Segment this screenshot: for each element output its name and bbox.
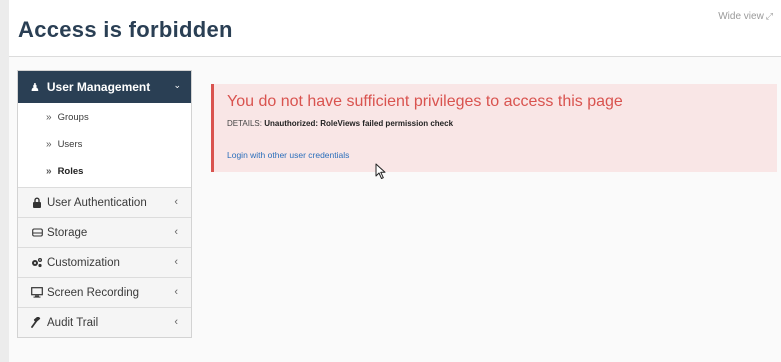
submenu-item-label: Users bbox=[57, 139, 83, 150]
cogs-icon bbox=[30, 257, 44, 268]
sidebar-item-label: Audit Trail bbox=[47, 316, 99, 329]
sidebar-item-label: Customization bbox=[47, 256, 120, 269]
monitor-icon bbox=[30, 287, 44, 298]
submenu-item-label: Roles bbox=[57, 166, 84, 177]
sidebar-item-label: User Management bbox=[46, 80, 151, 94]
chevron-left-icon: ‹ bbox=[174, 226, 178, 238]
wide-view-toggle[interactable]: Wide view ⤢ bbox=[718, 11, 773, 22]
sidebar-item-customization[interactable]: Customization ‹ bbox=[18, 247, 191, 277]
details-label: DETAILS: bbox=[227, 119, 262, 128]
sidebar-item-label: User Authentication bbox=[47, 196, 147, 209]
chevron-down-icon: ⌄ bbox=[173, 80, 181, 90]
submenu-item-roles[interactable]: » Roles bbox=[18, 158, 191, 185]
alert-details: DETAILS: Unauthorized: RoleViews failed … bbox=[227, 119, 453, 128]
login-other-credentials-link[interactable]: Login with other user credentials bbox=[227, 150, 349, 160]
page-header: Access is forbidden Wide view ⤢ bbox=[9, 0, 781, 57]
chevron-left-icon: ‹ bbox=[174, 256, 178, 268]
submenu-item-groups[interactable]: » Groups bbox=[18, 104, 191, 131]
submenu-item-users[interactable]: » Users bbox=[18, 131, 191, 158]
chevron-left-icon: ‹ bbox=[174, 196, 178, 208]
sidebar-item-audit-trail[interactable]: Audit Trail ‹ bbox=[18, 307, 191, 337]
sidebar-item-storage[interactable]: Storage ‹ bbox=[18, 217, 191, 247]
sidebar-item-user-authentication[interactable]: User Authentication ‹ bbox=[18, 187, 191, 217]
sidebar-item-user-management[interactable]: ♟ User Management ⌄ bbox=[18, 71, 191, 103]
sidebar-menu: ♟ User Management ⌄ » Groups » Users » R… bbox=[17, 70, 192, 338]
sidebar-item-label: Screen Recording bbox=[47, 286, 140, 299]
expand-icon: ⤢ bbox=[765, 11, 773, 21]
error-alert: You do not have sufficient privileges to… bbox=[211, 84, 777, 172]
page-title: Access is forbidden bbox=[18, 17, 233, 42]
details-value: Unauthorized: RoleViews failed permissio… bbox=[264, 119, 454, 128]
hdd-icon bbox=[30, 228, 44, 237]
double-chevron-right-icon: » bbox=[46, 139, 52, 150]
lock-icon bbox=[30, 197, 44, 208]
double-chevron-right-icon: » bbox=[46, 166, 52, 177]
chevron-left-icon: ‹ bbox=[174, 316, 178, 328]
submenu-item-label: Groups bbox=[57, 112, 89, 123]
sidebar-item-screen-recording[interactable]: Screen Recording ‹ bbox=[18, 277, 191, 307]
sidebar-item-label: Storage bbox=[47, 226, 88, 239]
wide-view-label: Wide view bbox=[718, 11, 764, 22]
submenu-user-management: » Groups » Users » Roles bbox=[18, 103, 191, 187]
double-chevron-right-icon: » bbox=[46, 112, 52, 123]
gavel-icon bbox=[30, 317, 44, 328]
user-icon: ♟ bbox=[30, 81, 40, 94]
chevron-left-icon: ‹ bbox=[174, 286, 178, 298]
alert-title: You do not have sufficient privileges to… bbox=[227, 93, 623, 110]
left-edge-strip bbox=[0, 0, 9, 362]
mouse-pointer-icon bbox=[375, 163, 386, 179]
